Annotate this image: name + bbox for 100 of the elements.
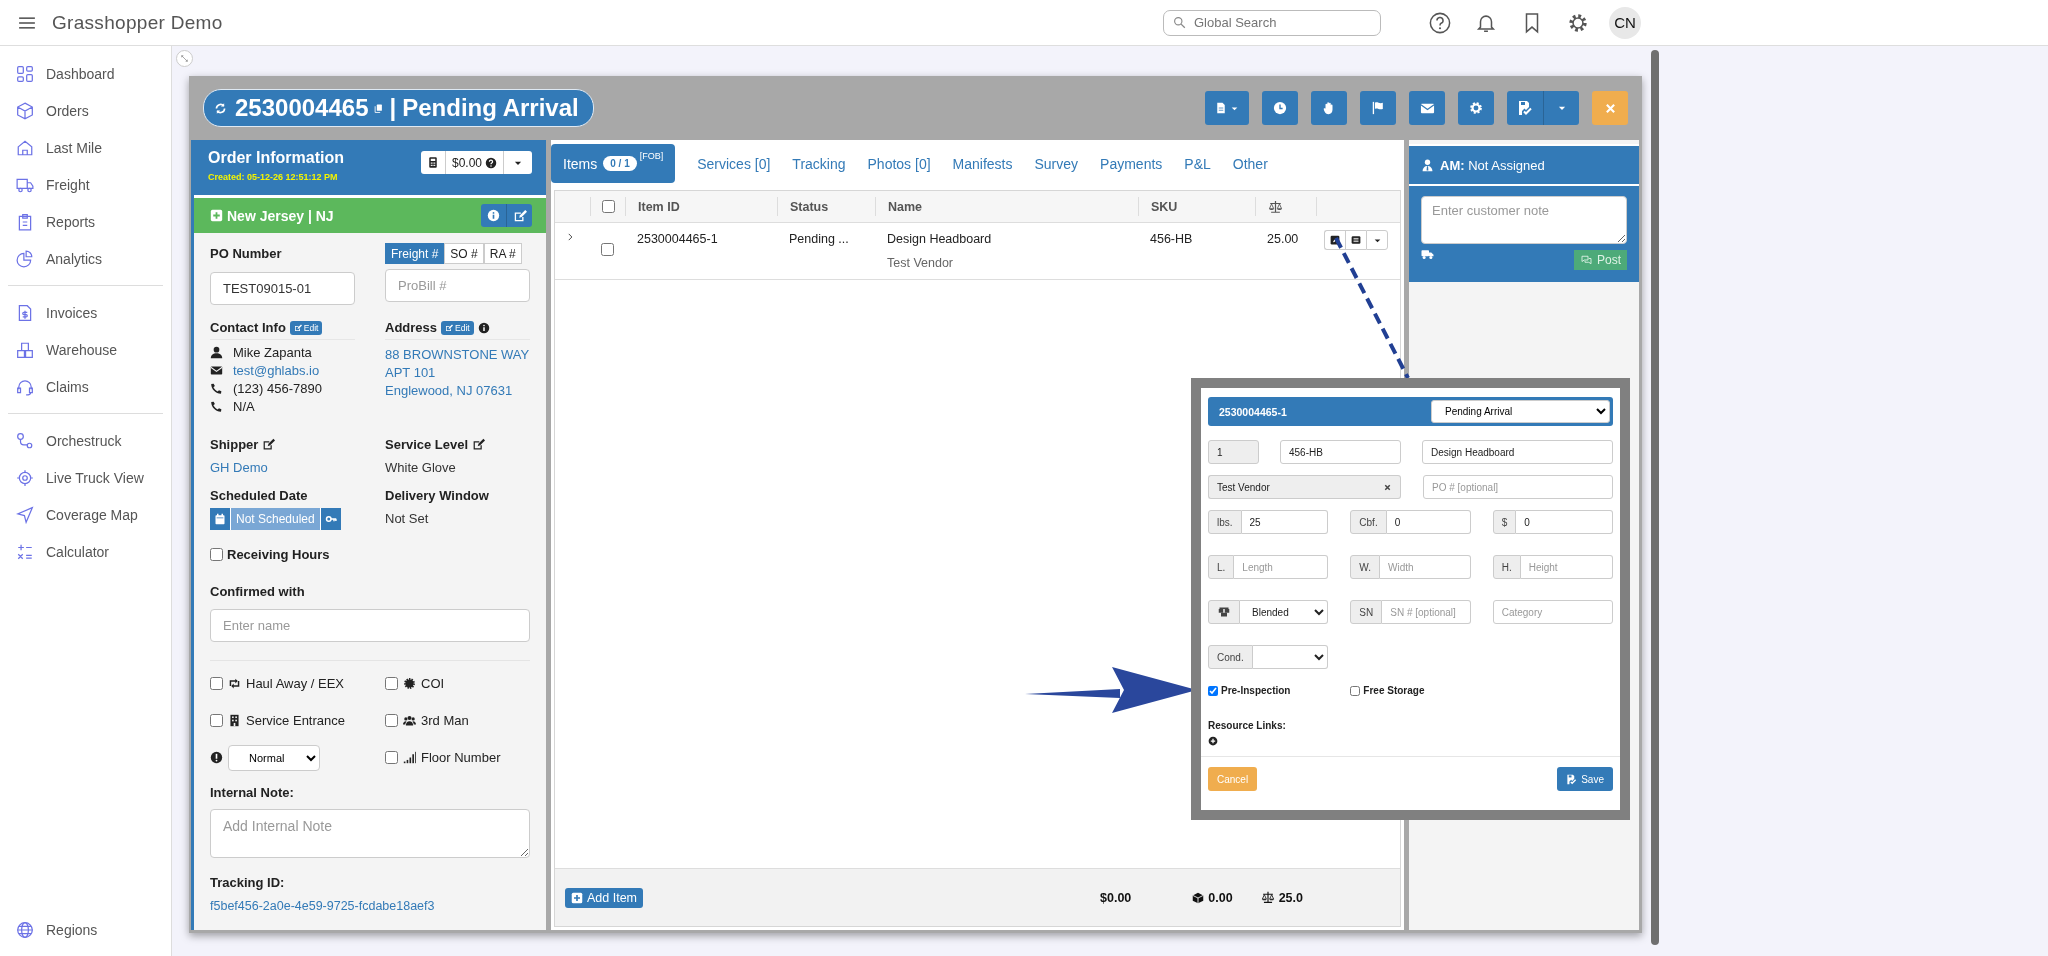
field-value: Not Set	[385, 511, 430, 526]
tracking-link[interactable]: f5bef456-2a0e-4e59-9725-fcdabe18aef3	[210, 899, 530, 913]
input-field[interactable]: Width	[1380, 555, 1471, 579]
field-prefix: H.	[1492, 555, 1521, 579]
reference-tab[interactable]: SO #	[444, 243, 484, 264]
nav-item[interactable]: Claims	[0, 368, 171, 405]
column-header: Name	[875, 197, 1138, 216]
created-date: Created: 05-12-26 12:51:12 PM	[208, 172, 339, 182]
quantity-field[interactable]: 1	[1208, 440, 1259, 464]
tab[interactable]: Other	[1221, 144, 1279, 183]
note-field[interactable]: Enter customer note	[1421, 196, 1627, 244]
nav-item[interactable]: Reports	[0, 203, 171, 240]
nav-item[interactable]: Analytics	[0, 240, 171, 277]
input-field[interactable]: SN # [optional]	[1382, 600, 1471, 624]
nav-item[interactable]: Regions	[0, 911, 171, 948]
select-field[interactable]: Blended	[1240, 600, 1329, 624]
tab[interactable]: Tracking	[781, 144, 857, 183]
item-id: 2530004465-1	[1219, 405, 1287, 418]
search-field[interactable]: Global Search	[1163, 9, 1381, 36]
input-field[interactable]: 0	[1516, 510, 1613, 534]
shipper-link[interactable]: GH Demo	[210, 460, 355, 475]
nav-item[interactable]: Last Mile	[0, 129, 171, 166]
table-cell-text: Pending ...	[788, 231, 850, 246]
checkbox-label: Pre-Inspection	[1221, 685, 1291, 696]
nav-item[interactable]: Live Truck View	[0, 459, 171, 496]
user-avatar[interactable]: CN	[1609, 6, 1641, 39]
save-button[interactable]: Save	[1557, 767, 1613, 791]
field-label: Contact Info	[210, 320, 286, 335]
field-label: Address	[385, 320, 438, 335]
nav-item[interactable]: Freight	[0, 166, 171, 203]
sku-field[interactable]: 456-HB	[1280, 440, 1401, 464]
email-link[interactable]: test@ghlabs.io	[233, 362, 320, 378]
field-value: White Glove	[385, 460, 457, 475]
field-prefix: Cond.	[1208, 645, 1253, 669]
field-prefix: $	[1492, 510, 1517, 534]
field-label: PO Number	[210, 246, 283, 261]
edit-button[interactable]: Edit	[289, 320, 323, 335]
address-link[interactable]: 88 BROWNSTONE WAY	[385, 346, 530, 364]
reference-tab[interactable]: Freight #	[385, 243, 445, 264]
input-field[interactable]: 0	[1386, 510, 1471, 534]
tab[interactable]: Services [0]	[686, 144, 782, 183]
option-label: 3rd Man	[421, 713, 469, 728]
contact-text: (123) 456-7890	[233, 380, 322, 396]
table-cell-text: 456-HB	[1149, 231, 1194, 246]
field-label: Shipper	[210, 437, 259, 452]
field-label: Delivery Window	[385, 488, 490, 503]
nav-item[interactable]: Invoices	[0, 294, 171, 331]
contact-text: Mike Zapanta	[233, 344, 312, 360]
field-label: Tracking ID:	[210, 875, 286, 890]
field-prefix: W.	[1350, 555, 1380, 579]
option-label: Haul Away / EEX	[246, 676, 345, 691]
address-link[interactable]: Englewood, NJ 07631	[385, 382, 530, 400]
field-label: Confirmed with	[210, 584, 306, 599]
tab[interactable]: Payments	[1089, 144, 1174, 183]
region-label: New Jersey | NJ	[227, 207, 334, 224]
add-item-button[interactable]: Add Item	[565, 887, 644, 908]
table-cell: Design Headboard	[887, 232, 992, 246]
tab[interactable]: Photos [0]	[856, 144, 942, 183]
tab[interactable]: Survey	[1023, 144, 1090, 183]
vendor-text: Test Vendor	[887, 256, 954, 270]
order-number: 2530004465	[235, 94, 369, 122]
nav-item[interactable]: Calculator	[0, 533, 171, 570]
input-field[interactable]: Height	[1520, 555, 1613, 579]
reference-tab[interactable]: RA #	[483, 243, 522, 264]
title-separator: |	[389, 94, 397, 122]
nav-item[interactable]: Warehouse	[0, 331, 171, 368]
order-status: Pending Arrival	[402, 94, 579, 122]
input-field[interactable]: Length	[1234, 555, 1329, 579]
input-field[interactable]: Enter name	[210, 609, 530, 642]
address-link[interactable]: APT 101	[385, 364, 530, 382]
name-field[interactable]: Design Headboard	[1422, 440, 1613, 464]
nav-item[interactable]: Coverage Map	[0, 496, 171, 533]
priority-select[interactable]: Normal	[228, 744, 320, 771]
field-label: Internal Note:	[210, 785, 295, 800]
edit-button[interactable]: Edit	[441, 320, 474, 335]
field-prefix: Cbf.	[1350, 510, 1387, 534]
tab[interactable]: P&L	[1173, 144, 1222, 183]
po-field[interactable]: PO # [optional]	[1423, 475, 1613, 499]
option-label: Service Entrance	[246, 713, 345, 728]
note-field[interactable]: Add Internal Note	[210, 809, 530, 858]
option-label: COI	[421, 676, 445, 691]
app-title: Grasshopper Demo	[52, 11, 223, 34]
nav-item[interactable]: Orders	[0, 92, 171, 129]
count-badge: 0 / 1	[603, 156, 637, 171]
input-field[interactable]: Category	[1492, 600, 1613, 624]
nav-item[interactable]: Orchestruck	[0, 422, 171, 459]
field-prefix: SN	[1350, 600, 1383, 624]
total-weight: 25.0	[1278, 890, 1303, 905]
input-field[interactable]: ProBill #	[385, 269, 530, 302]
section-label: Resource Links:	[1208, 720, 1287, 731]
field-prefix: lbs.	[1208, 510, 1242, 534]
contact-text: N/A	[233, 398, 255, 414]
total-value: $0.00	[1100, 890, 1132, 905]
input-field[interactable]: 25	[1241, 510, 1329, 534]
account-manager: AM: Not Assigned	[1440, 157, 1545, 173]
table-cell-text: 25.00	[1266, 231, 1300, 246]
input-field[interactable]: TEST09015-01	[210, 272, 355, 305]
nav-item[interactable]: Dashboard	[0, 55, 171, 92]
status-select[interactable]: Pending Arrival	[1431, 400, 1610, 423]
tab[interactable]: Manifests	[941, 144, 1024, 183]
